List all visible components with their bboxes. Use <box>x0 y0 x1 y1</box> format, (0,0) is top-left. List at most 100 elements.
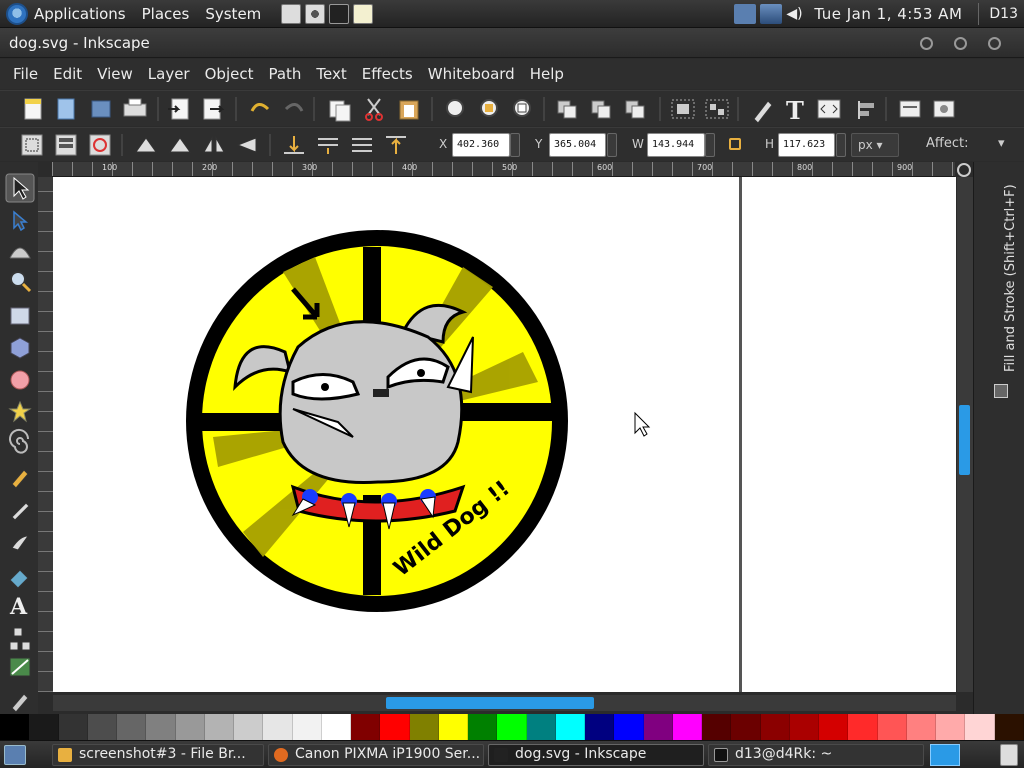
calligraphy-tool-icon[interactable] <box>11 535 29 551</box>
ungroup-icon[interactable] <box>705 99 729 119</box>
color-swatch[interactable] <box>526 714 556 740</box>
copy-icon[interactable] <box>329 100 351 122</box>
horizontal-scrollbar[interactable] <box>53 695 956 711</box>
text-font-icon[interactable]: T <box>786 96 804 125</box>
color-swatch[interactable] <box>819 714 849 740</box>
print-icon[interactable] <box>123 98 147 117</box>
color-swatch[interactable] <box>321 714 351 740</box>
close-button[interactable] <box>988 37 1001 50</box>
drawing-canvas[interactable]: Wild Dog !! <box>53 177 956 692</box>
user-menu[interactable]: D13 <box>989 6 1018 22</box>
lock-ratio-icon[interactable] <box>729 138 741 150</box>
color-swatch[interactable] <box>380 714 410 740</box>
menu-whiteboard[interactable]: Whiteboard <box>428 65 515 83</box>
unlink-clone-icon[interactable] <box>625 100 645 119</box>
star-tool-icon[interactable] <box>8 400 32 423</box>
color-swatch[interactable] <box>848 714 878 740</box>
duplicate-icon[interactable] <box>557 100 577 119</box>
color-swatch[interactable] <box>351 714 381 740</box>
fill-stroke-tab[interactable]: Fill and Stroke (Shift+Ctrl+F) <box>1003 184 1018 372</box>
color-swatch[interactable] <box>117 714 147 740</box>
connector-tool-icon[interactable] <box>9 627 31 651</box>
show-desktop-icon[interactable] <box>4 745 26 765</box>
vertical-scroll-thumb[interactable] <box>959 405 970 475</box>
gnome-foot-icon[interactable] <box>6 2 28 25</box>
menu-help[interactable]: Help <box>530 65 564 83</box>
color-swatch[interactable] <box>877 714 907 740</box>
launcher-media-icon[interactable] <box>305 3 326 24</box>
clock[interactable]: Tue Jan 1, 4:53 AM <box>814 5 962 23</box>
zoom-tool-icon[interactable] <box>10 271 32 293</box>
color-swatch[interactable] <box>702 714 732 740</box>
color-swatch[interactable] <box>760 714 790 740</box>
preferences-icon[interactable] <box>899 100 921 118</box>
color-swatch[interactable] <box>994 714 1024 740</box>
launcher-terminal-icon[interactable] <box>281 3 302 24</box>
redo-icon[interactable] <box>284 103 304 112</box>
color-swatch[interactable] <box>906 714 936 740</box>
color-swatch[interactable] <box>146 714 176 740</box>
rotate-cw-icon[interactable] <box>169 137 191 153</box>
zoom-page-icon[interactable] <box>513 99 531 117</box>
color-swatch[interactable] <box>497 714 527 740</box>
color-swatch[interactable] <box>789 714 819 740</box>
cut-icon[interactable] <box>365 98 383 121</box>
align-distribute-icon[interactable] <box>858 101 874 119</box>
color-swatch[interactable] <box>672 714 702 740</box>
zoom-drawing-icon[interactable] <box>480 99 498 117</box>
color-swatch[interactable] <box>263 714 293 740</box>
unit-select[interactable]: px ▾ <box>851 133 899 157</box>
color-swatch[interactable] <box>438 714 468 740</box>
ellipse-tool-icon[interactable] <box>10 370 30 390</box>
color-swatch[interactable] <box>614 714 644 740</box>
rotate-ccw-icon[interactable] <box>135 137 157 153</box>
color-swatch[interactable] <box>409 714 439 740</box>
update-icon[interactable] <box>734 4 757 24</box>
color-swatch[interactable] <box>643 714 673 740</box>
workspace-switcher[interactable] <box>930 744 960 766</box>
vertical-scrollbar[interactable] <box>957 177 973 692</box>
gradient-tool-icon[interactable] <box>9 657 31 677</box>
paint-bucket-tool-icon[interactable] <box>9 569 29 589</box>
flip-vertical-icon[interactable] <box>236 137 257 153</box>
minimize-button[interactable] <box>920 37 933 50</box>
menu-view[interactable]: View <box>97 65 133 83</box>
color-swatch[interactable] <box>468 714 498 740</box>
group-icon[interactable] <box>671 99 695 119</box>
open-icon[interactable] <box>57 98 75 120</box>
network-icon[interactable] <box>760 4 783 24</box>
paste-icon[interactable] <box>399 100 419 120</box>
color-swatch[interactable] <box>965 714 995 740</box>
menu-layer[interactable]: Layer <box>148 65 190 83</box>
volume-icon[interactable]: ◀) <box>786 4 802 24</box>
pen-tool-icon[interactable] <box>11 502 30 521</box>
color-swatch[interactable] <box>234 714 264 740</box>
new-document-icon[interactable] <box>24 98 42 120</box>
color-swatch[interactable] <box>58 714 88 740</box>
y-spin-arrows[interactable] <box>607 133 617 157</box>
tweak-tool-icon[interactable] <box>9 247 31 259</box>
clone-icon[interactable] <box>591 100 611 119</box>
x-field[interactable]: 402.360 <box>452 133 510 157</box>
text-tool-icon[interactable]: A <box>9 594 28 620</box>
select-all-icon[interactable] <box>21 134 43 156</box>
fill-stroke-icon[interactable] <box>753 100 773 124</box>
window-titlebar[interactable]: dog.svg - Inkscape <box>0 28 1024 58</box>
task-printer[interactable]: Canon PIXMA iP1900 Ser... <box>268 744 484 766</box>
color-swatch[interactable] <box>555 714 585 740</box>
menu-path[interactable]: Path <box>268 65 301 83</box>
save-icon[interactable] <box>91 100 111 118</box>
zoom-selection-icon[interactable] <box>446 99 464 117</box>
fill-stroke-tab-icon[interactable] <box>994 384 1008 398</box>
pencil-tool-icon[interactable] <box>11 469 29 489</box>
launcher-console-icon[interactable] <box>329 3 350 24</box>
menu-text[interactable]: Text <box>316 65 346 83</box>
dropper-tool-icon[interactable] <box>11 693 29 713</box>
color-swatch[interactable] <box>936 714 966 740</box>
xml-editor-icon[interactable] <box>817 99 841 119</box>
h-field[interactable]: 117.623 <box>778 133 835 157</box>
system-menu[interactable]: System <box>205 5 261 23</box>
color-swatch[interactable] <box>292 714 322 740</box>
color-swatch[interactable] <box>585 714 615 740</box>
task-file-browser[interactable]: screenshot#3 - File Br... <box>52 744 264 766</box>
